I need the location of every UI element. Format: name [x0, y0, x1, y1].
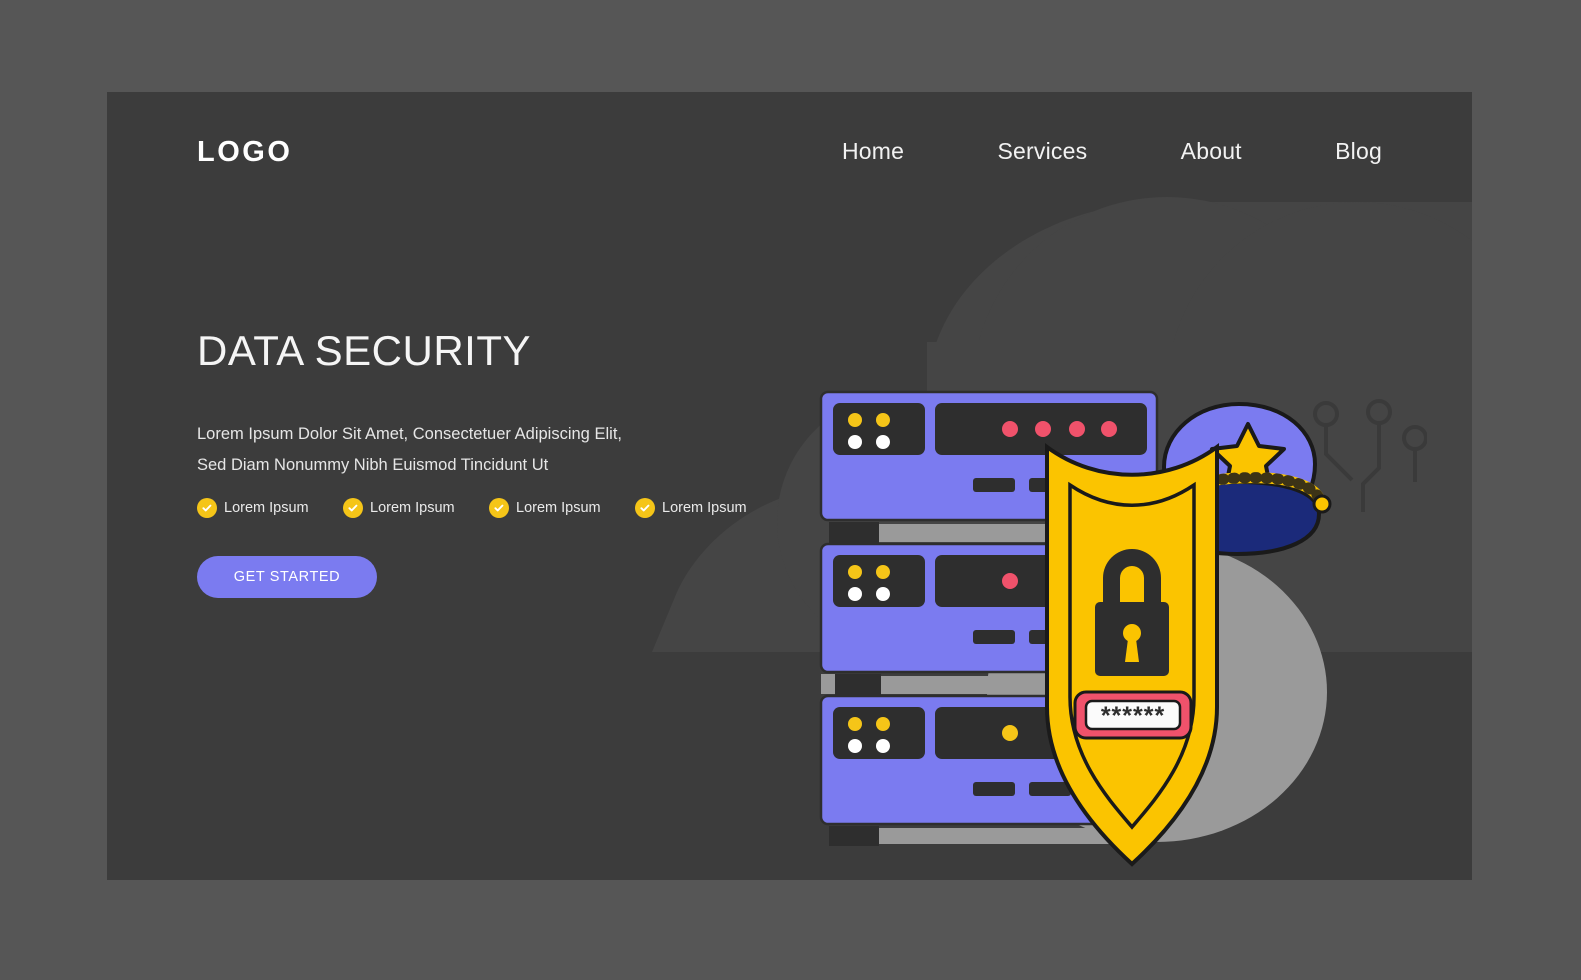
hero-panel: LOGO Home Services About Blog DATA SECUR…	[107, 92, 1472, 880]
nav-item-services[interactable]: Services	[998, 138, 1088, 165]
server-led-yellow	[848, 717, 862, 731]
server-led-yellow	[1002, 725, 1018, 741]
feature-list: Lorem Ipsum Lorem Ipsum Lorem Ipsum Lore…	[197, 498, 781, 518]
server-led-pink	[1069, 421, 1085, 437]
feature-item-2: Lorem Ipsum	[343, 498, 489, 518]
server-slot	[973, 782, 1015, 796]
feature-label: Lorem Ipsum	[516, 500, 601, 516]
feature-item-1: Lorem Ipsum	[197, 498, 343, 518]
check-circle-icon	[489, 498, 509, 518]
get-started-button[interactable]: GET STARTED	[197, 556, 377, 598]
cap-button	[1312, 494, 1332, 514]
feature-label: Lorem Ipsum	[662, 500, 747, 516]
server-slot	[973, 630, 1015, 644]
feature-label: Lorem Ipsum	[224, 500, 309, 516]
server-led-white	[848, 739, 862, 753]
feature-item-4: Lorem Ipsum	[635, 498, 781, 518]
rack-base	[829, 826, 1129, 846]
server-led-yellow	[876, 413, 890, 427]
server-led-pink	[1002, 573, 1018, 589]
nav-item-blog[interactable]: Blog	[1335, 138, 1382, 165]
server-led-white	[848, 587, 862, 601]
data-security-illustration: ******	[807, 192, 1427, 872]
screenshot-root: LOGO Home Services About Blog DATA SECUR…	[0, 0, 1581, 980]
server-led-yellow	[848, 565, 862, 579]
check-circle-icon	[343, 498, 363, 518]
server-led-yellow	[876, 565, 890, 579]
page-title: DATA SECURITY	[197, 327, 531, 374]
server-led-yellow	[848, 413, 862, 427]
server-led-white	[876, 739, 890, 753]
logo[interactable]: LOGO	[197, 136, 292, 169]
nav-item-home[interactable]: Home	[842, 138, 904, 165]
server-led-white	[848, 435, 862, 449]
password-field: ******	[1073, 690, 1193, 740]
server-led-white	[876, 435, 890, 449]
check-circle-icon	[635, 498, 655, 518]
main-navigation: Home Services About Blog	[842, 138, 1382, 165]
feature-item-3: Lorem Ipsum	[489, 498, 635, 518]
server-slot	[1029, 782, 1071, 796]
server-led-pink	[1101, 421, 1117, 437]
server-slot	[973, 478, 1015, 492]
check-circle-icon	[197, 498, 217, 518]
server-led-pink	[1002, 421, 1018, 437]
server-led-pink	[1035, 421, 1051, 437]
password-value: ******	[1101, 702, 1165, 730]
nav-item-about[interactable]: About	[1181, 138, 1242, 165]
server-led-yellow	[876, 717, 890, 731]
server-led-white	[876, 587, 890, 601]
feature-label: Lorem Ipsum	[370, 500, 455, 516]
hero-description: Lorem Ipsum Dolor Sit Amet, Consectetuer…	[197, 425, 622, 474]
